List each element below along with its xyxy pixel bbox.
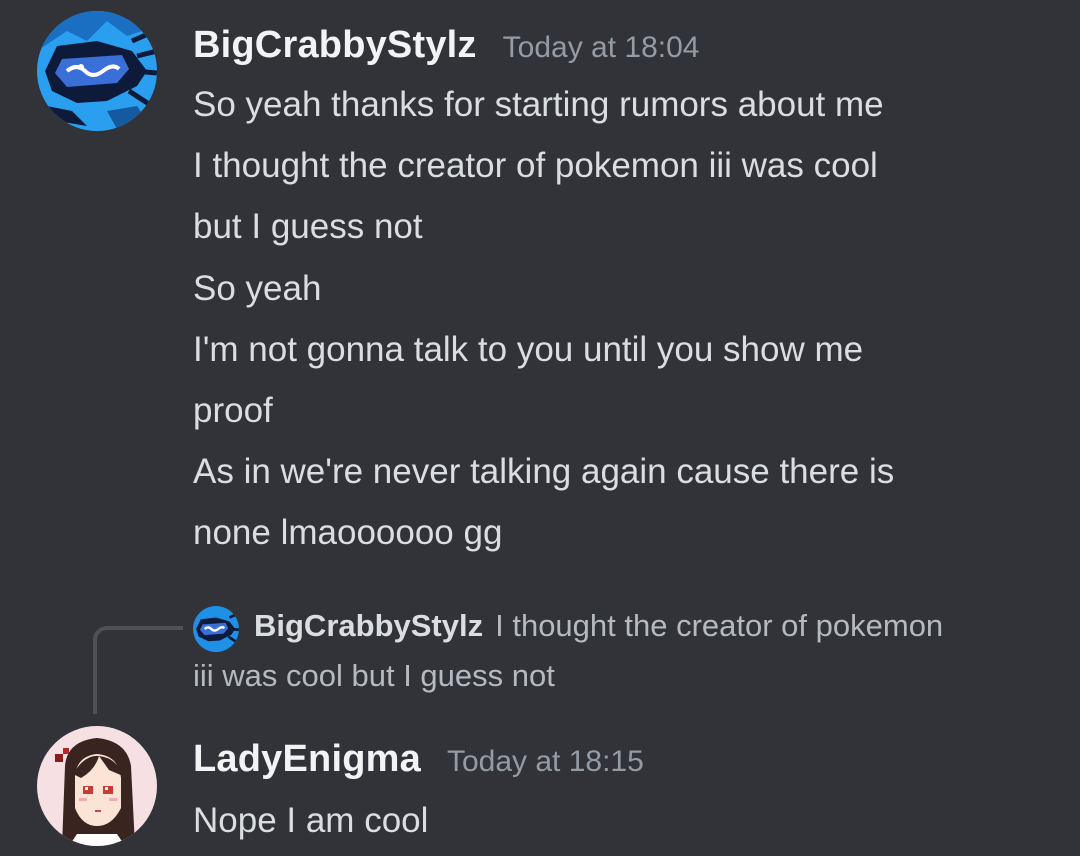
message-line: Nope I am cool [193,801,429,840]
username[interactable]: LadyEnigma [193,738,421,781]
timestamp: Today at 18:15 [446,745,644,778]
chat-view: BigCrabbyStylz Today at 18:04 So yeah th… [0,0,1080,856]
message-line: I'm not gonna talk to you until you show… [193,329,864,369]
blue-creature-avatar-icon [193,606,239,652]
pixel-art-girl-avatar-icon [37,726,157,846]
avatar-ladyenigma[interactable] [37,726,157,846]
reply-username[interactable]: BigCrabbyStylz [254,608,483,643]
message-line: but I guess not [193,207,423,247]
message-line: I thought the creator of pokemon iii was… [193,146,878,186]
message-line: So yeah [193,268,322,308]
blue-creature-avatar-icon [37,11,157,131]
reply-preview[interactable]: BigCrabbyStylz I thought the creator of p… [254,608,943,644]
reply-text: I thought the creator of pokemon [495,608,944,643]
message-line: none lmaoooooo gg [193,513,503,553]
reply-text-continued: iii was cool but I guess not [193,658,555,693]
reply-avatar[interactable] [193,606,239,652]
message-header: LadyEnigma Today at 18:15 [193,738,644,781]
message-line: As in we're never talking again cause th… [193,452,895,492]
timestamp: Today at 18:04 [502,31,700,64]
message-line: So yeah thanks for starting rumors about… [193,85,884,124]
message-header: BigCrabbyStylz Today at 18:04 [193,24,699,67]
message-line: proof [193,391,273,431]
avatar-bigcrabbystylz[interactable] [37,11,157,131]
message-content: Nope I am cool [193,790,428,851]
message-content: So yeah thanks for starting rumors about… [193,74,894,564]
reply-spine [93,626,183,714]
username[interactable]: BigCrabbyStylz [193,24,477,67]
